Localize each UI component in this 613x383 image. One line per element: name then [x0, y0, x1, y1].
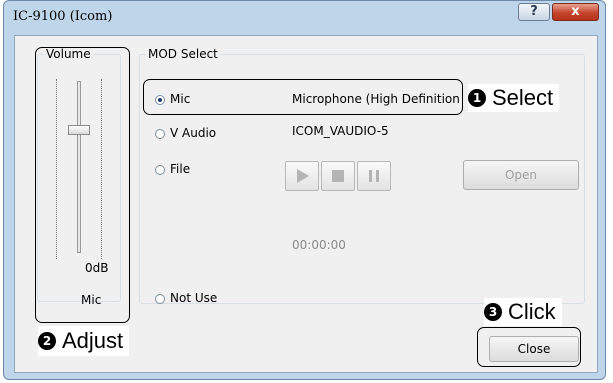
radio-v-audio-label: V Audio — [170, 126, 217, 140]
radio-not-use[interactable]: Not Use — [155, 291, 217, 305]
pause-icon — [369, 170, 379, 182]
radio-file-label: File — [170, 162, 191, 176]
mod-select-group-label: MOD Select — [146, 47, 220, 61]
stop-button[interactable] — [321, 161, 355, 191]
radio-circle-icon — [155, 164, 165, 175]
callout-adjust-text: Adjust — [62, 328, 124, 353]
callout-adjust: 2 Adjust — [38, 326, 130, 356]
callout-click: 3 Click — [484, 298, 562, 326]
help-button[interactable]: ? — [518, 3, 550, 21]
play-icon — [297, 169, 309, 183]
title-bar[interactable]: IC-9100 (Icom) ? x — [4, 1, 605, 35]
window-title: IC-9100 (Icom) — [13, 9, 113, 24]
callout-select: 1 Select — [468, 84, 560, 112]
close-highlight-box — [477, 327, 581, 367]
radio-file[interactable]: File — [155, 162, 190, 176]
radio-v-audio[interactable]: V Audio — [155, 126, 216, 140]
callout-click-text: Click — [508, 299, 556, 324]
step-2-badge: 2 — [38, 332, 56, 350]
close-icon: x — [571, 4, 580, 19]
pause-button[interactable] — [357, 161, 391, 191]
window-close-button[interactable]: x — [552, 3, 599, 21]
radio-not-use-label: Not Use — [170, 291, 218, 305]
stop-icon — [332, 170, 344, 182]
callout-select-text: Select — [492, 85, 554, 110]
play-button[interactable] — [285, 161, 319, 191]
volume-highlight-box — [35, 47, 130, 323]
radio-circle-icon — [155, 128, 165, 139]
mic-highlight-box — [143, 79, 463, 115]
radio-circle-icon — [155, 293, 165, 304]
step-1-badge: 1 — [468, 89, 486, 107]
v-audio-device-name: ICOM_VAUDIO-5 — [292, 124, 389, 138]
playback-timer: 00:00:00 — [292, 238, 346, 252]
step-3-badge: 3 — [484, 303, 502, 321]
open-button[interactable]: Open — [463, 160, 579, 190]
